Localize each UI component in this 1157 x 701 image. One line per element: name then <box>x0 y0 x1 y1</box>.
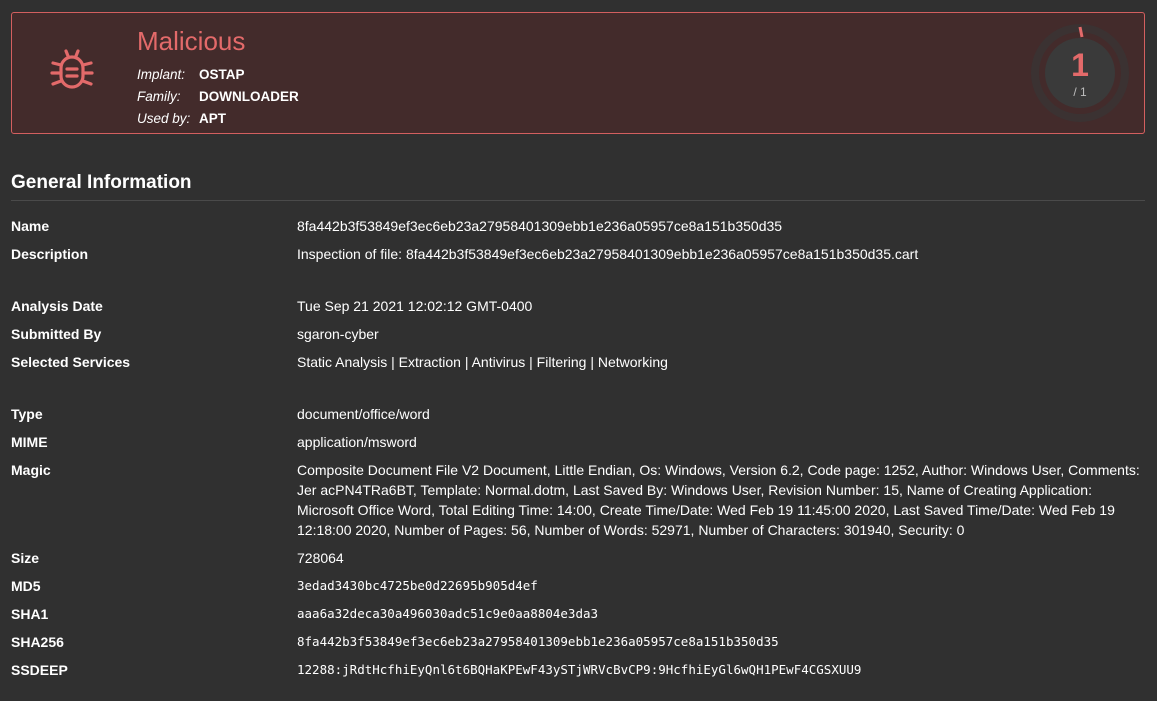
implant-row: Implant: OSTAP <box>137 63 299 85</box>
info-label: MIME <box>11 434 48 450</box>
info-row-mime: MIME application/msword <box>11 428 1151 456</box>
info-row-type: Type document/office/word <box>11 400 1151 428</box>
score-denominator: / 1 <box>1073 85 1087 99</box>
family-value: DOWNLOADER <box>199 88 299 104</box>
info-row-description: Description Inspection of file: 8fa442b3… <box>11 240 1151 268</box>
info-row-size: Size 728064 <box>11 544 1151 572</box>
verdict-banner: Malicious Implant: OSTAP Family: DOWNLOA… <box>11 12 1145 134</box>
info-label: Type <box>11 406 43 422</box>
info-row-selected-services: Selected Services Static Analysis | Extr… <box>11 348 1151 376</box>
info-row-ssdeep: SSDEEP 12288:jRdtHcfhiEyQnl6t6BQHaKPEwF4… <box>11 656 1151 684</box>
used-by-label: Used by: <box>137 110 191 126</box>
info-value: document/office/word <box>297 406 430 422</box>
info-row-name: Name 8fa442b3f53849ef3ec6eb23a2795840130… <box>11 212 1151 240</box>
info-value: 8fa442b3f53849ef3ec6eb23a27958401309ebb1… <box>297 218 783 234</box>
info-label: Size <box>11 550 40 566</box>
info-row-sha256: SHA256 8fa442b3f53849ef3ec6eb23a27958401… <box>11 628 1151 656</box>
info-label: Name <box>11 218 50 234</box>
info-value: application/msword <box>297 434 417 450</box>
info-label: Description <box>11 246 89 262</box>
info-value: Tue Sep 21 2021 12:02:12 GMT-0400 <box>297 298 533 314</box>
info-value: Inspection of file: 8fa442b3f53849ef3ec6… <box>297 246 919 262</box>
score-tick <box>1078 26 1084 38</box>
used-by-value: APT <box>199 110 226 126</box>
score-value: 1 <box>1071 47 1089 83</box>
info-row-submitted-by: Submitted By sgaron-cyber <box>11 320 1151 348</box>
verdict-meta: Implant: OSTAP Family: DOWNLOADER Used b… <box>137 63 299 129</box>
info-row-md5: MD5 3edad3430bc4725be0d22695b905d4ef <box>11 572 1151 600</box>
general-info: Name 8fa442b3f53849ef3ec6eb23a2795840130… <box>11 212 1151 684</box>
family-label: Family: <box>137 88 181 104</box>
score-gauge: 1 / 1 <box>1030 23 1130 123</box>
info-value: 12288:jRdtHcfhiEyQnl6t6BQHaKPEwF43ySTjWR… <box>297 662 862 677</box>
info-label: SSDEEP <box>11 662 68 678</box>
info-row-magic: Magic Composite Document File V2 Documen… <box>11 456 1151 544</box>
info-value: Composite Document File V2 Document, Lit… <box>297 462 1140 538</box>
used-by-row: Used by: APT <box>137 107 299 129</box>
bug-icon <box>50 47 94 95</box>
info-label: SHA256 <box>11 634 64 650</box>
family-row: Family: DOWNLOADER <box>137 85 299 107</box>
info-value: sgaron-cyber <box>297 326 379 342</box>
info-label: Analysis Date <box>11 298 103 314</box>
info-row-analysis-date: Analysis Date Tue Sep 21 2021 12:02:12 G… <box>11 292 1151 320</box>
info-value: Static Analysis | Extraction | Antivirus… <box>297 354 668 370</box>
info-value: 3edad3430bc4725be0d22695b905d4ef <box>297 578 538 593</box>
section-title: General Information <box>11 172 192 193</box>
info-value: 728064 <box>297 550 344 566</box>
section-divider <box>11 200 1145 201</box>
implant-label: Implant: <box>137 66 186 82</box>
info-label: SHA1 <box>11 606 49 622</box>
implant-value: OSTAP <box>199 66 245 82</box>
info-label: Magic <box>11 462 51 478</box>
info-label: Selected Services <box>11 354 131 370</box>
info-label: Submitted By <box>11 326 102 342</box>
info-value: 8fa442b3f53849ef3ec6eb23a27958401309ebb1… <box>297 634 779 649</box>
info-label: MD5 <box>11 578 41 594</box>
info-value: aaa6a32deca30a496030adc51c9e0aa8804e3da3 <box>297 606 599 621</box>
info-row-sha1: SHA1 aaa6a32deca30a496030adc51c9e0aa8804… <box>11 600 1151 628</box>
verdict-title: Malicious <box>137 26 246 56</box>
